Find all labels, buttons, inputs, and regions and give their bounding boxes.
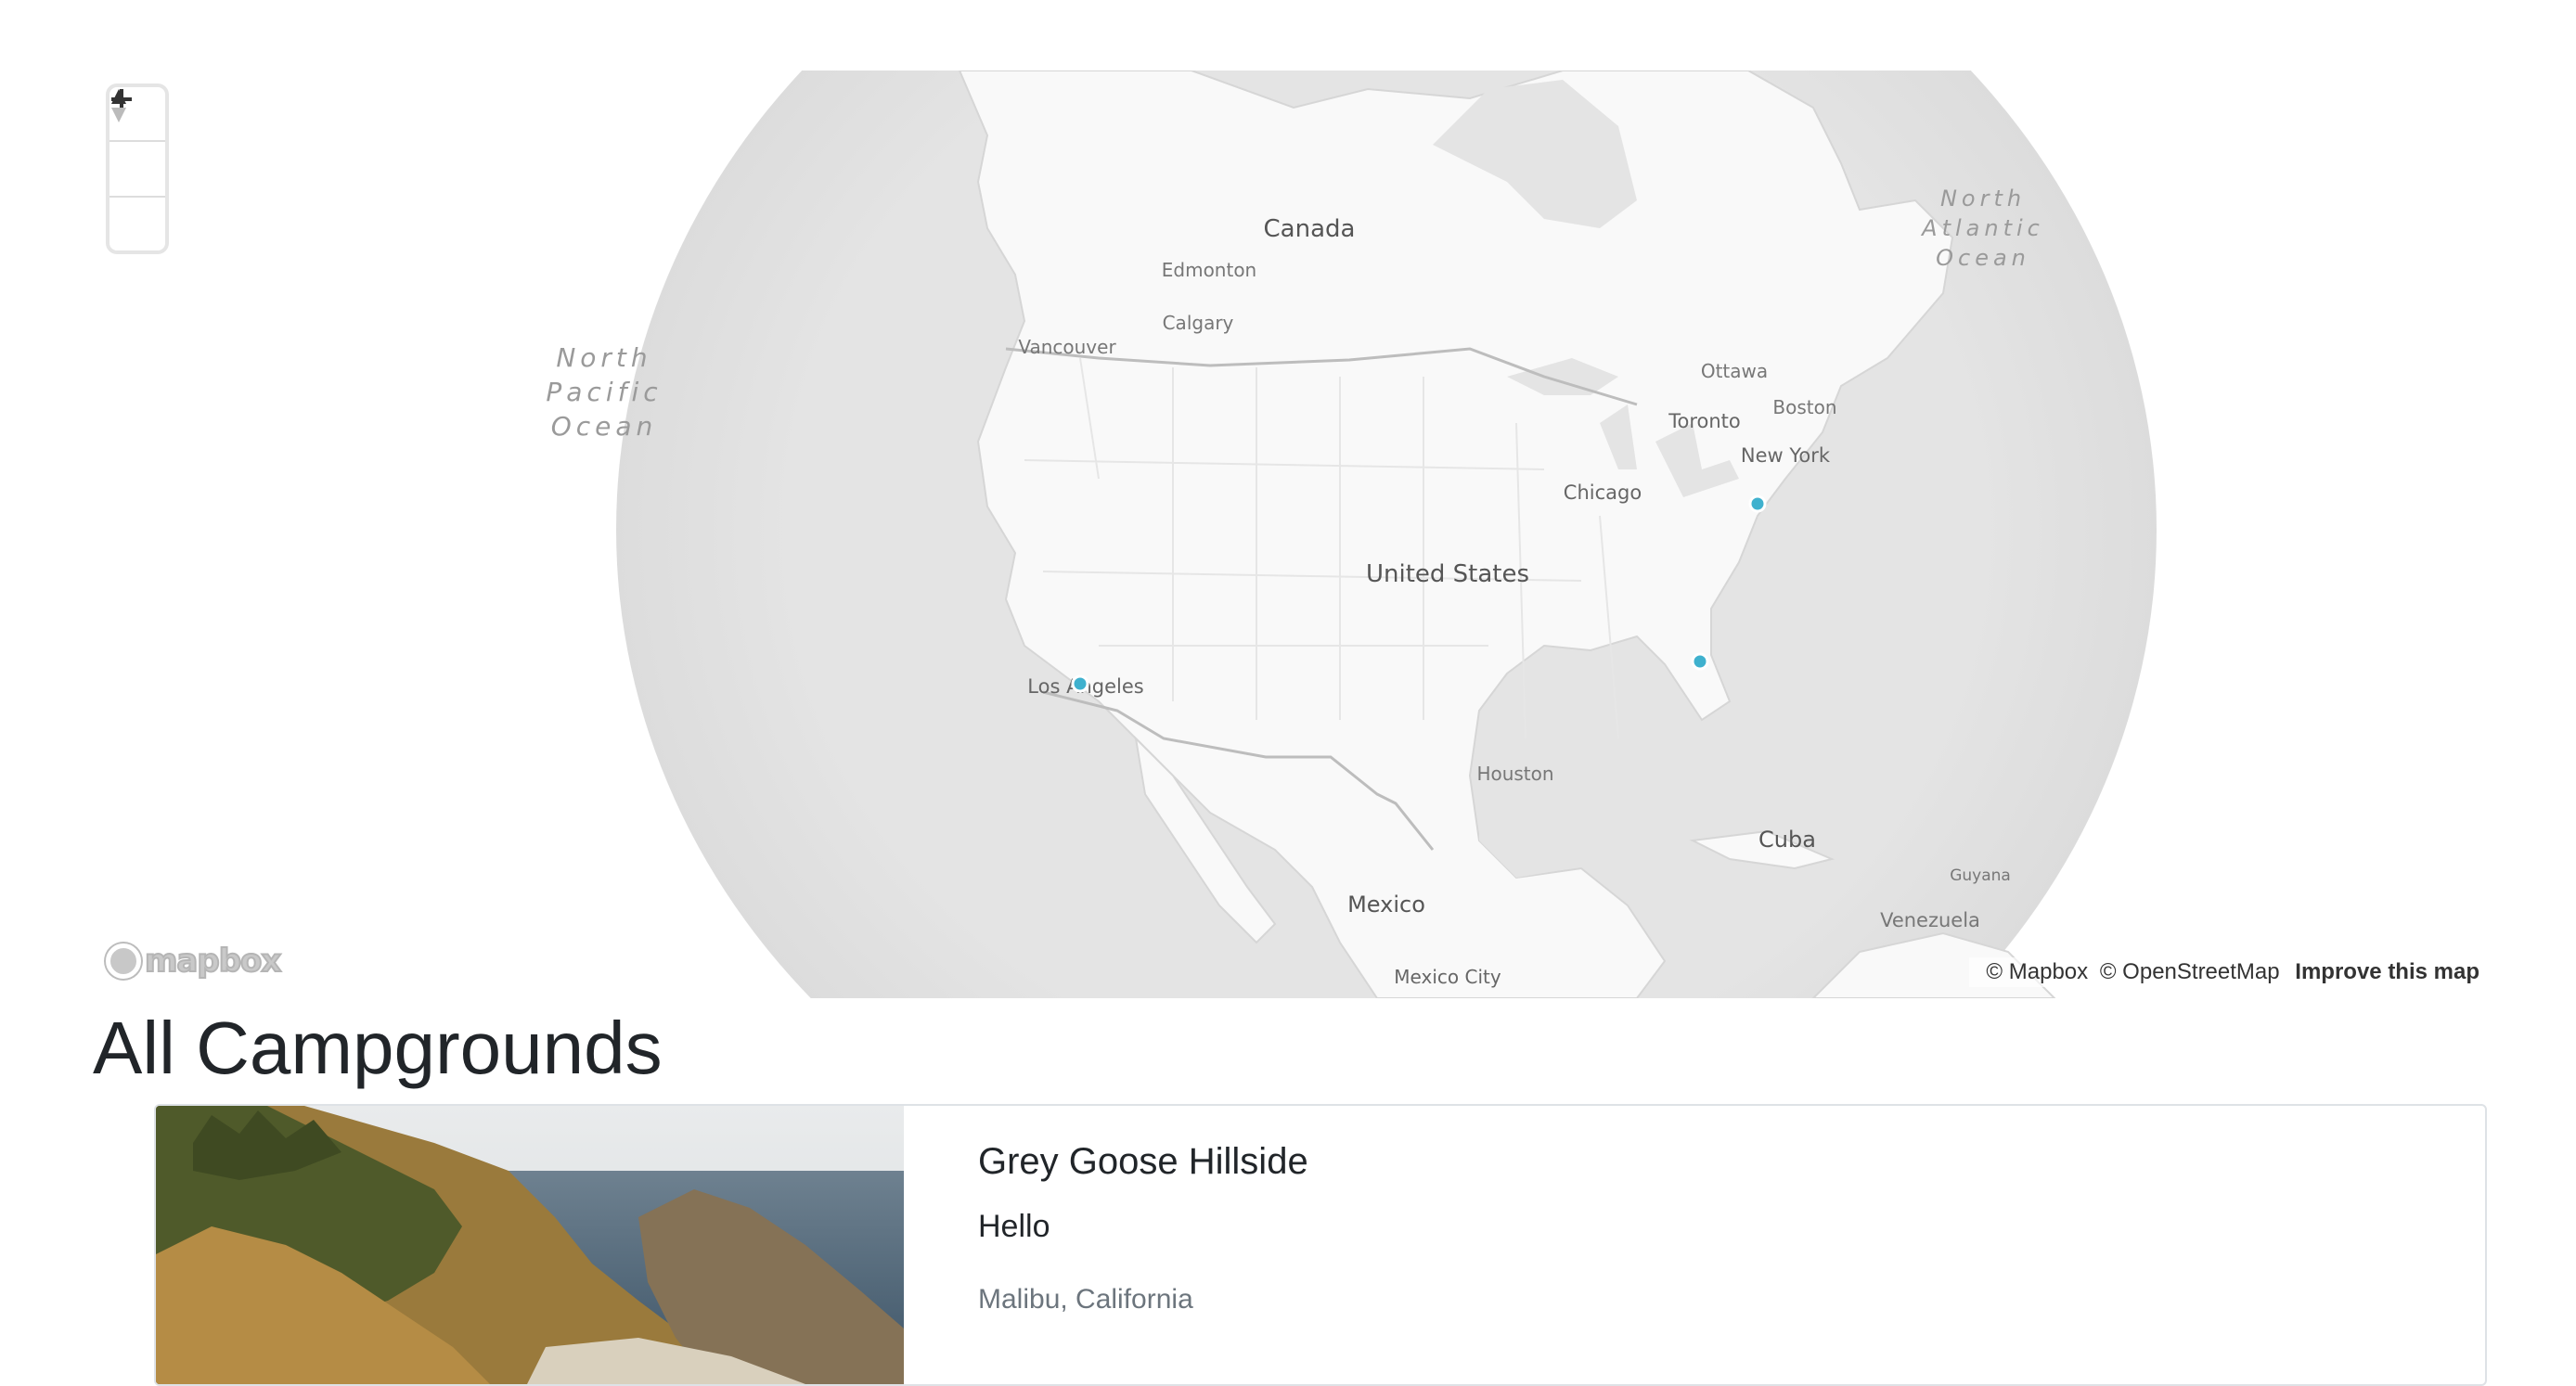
label-new-york: New York bbox=[1741, 444, 1831, 467]
label-vancouver: Vancouver bbox=[1018, 336, 1116, 358]
improve-map-link[interactable]: Improve this map bbox=[2295, 959, 2479, 984]
label-edmonton: Edmonton bbox=[1162, 259, 1256, 281]
label-cuba: Cuba bbox=[1758, 827, 1816, 853]
mapbox-logo-text: mapbox bbox=[144, 942, 282, 981]
attribution-osm-link[interactable]: © OpenStreetMap bbox=[2100, 959, 2280, 984]
map-canvas[interactable]: North Pacific Ocean North Atlantic Ocean… bbox=[97, 71, 2491, 998]
label-calgary: Calgary bbox=[1163, 312, 1234, 334]
label-united-states: United States bbox=[1366, 560, 1529, 588]
svg-text:Atlantic: Atlantic bbox=[1920, 215, 2044, 241]
label-guyana: Guyana bbox=[1950, 866, 2011, 885]
label-venezuela: Venezuela bbox=[1880, 909, 1980, 931]
campground-photo bbox=[156, 1106, 904, 1384]
map-navigation-control bbox=[109, 87, 165, 250]
campground-description: Hello bbox=[978, 1209, 1050, 1244]
label-mexico: Mexico bbox=[1347, 892, 1425, 918]
label-mexico-city: Mexico City bbox=[1394, 966, 1501, 988]
cluster-map[interactable]: North Pacific Ocean North Atlantic Ocean… bbox=[97, 71, 2491, 998]
compass-icon bbox=[111, 89, 126, 122]
mapbox-logo[interactable]: mapbox bbox=[106, 942, 282, 981]
svg-text:Ocean: Ocean bbox=[551, 411, 658, 442]
mapbox-logo-icon bbox=[106, 943, 141, 979]
svg-text:Pacific: Pacific bbox=[546, 377, 662, 407]
label-north-pacific: North Pacific Ocean bbox=[546, 342, 662, 442]
zoom-out-button[interactable] bbox=[109, 97, 165, 198]
campground-card-body: Grey Goose Hillside Hello Malibu, Califo… bbox=[904, 1106, 1383, 1384]
label-chicago: Chicago bbox=[1564, 481, 1642, 504]
map-attribution: © Mapbox © OpenStreetMap Improve this ma… bbox=[1969, 957, 2491, 987]
label-canada: Canada bbox=[1264, 215, 1356, 243]
label-boston: Boston bbox=[1772, 396, 1836, 418]
label-ottawa: Ottawa bbox=[1701, 360, 1768, 382]
campground-card: Grey Goose Hillside Hello Malibu, Califo… bbox=[154, 1104, 2487, 1386]
label-houston: Houston bbox=[1476, 763, 1553, 785]
map-marker-los-angeles[interactable] bbox=[1071, 674, 1089, 693]
svg-text:Ocean: Ocean bbox=[1936, 245, 2030, 271]
campground-image bbox=[156, 1106, 904, 1384]
campground-location: Malibu, California bbox=[978, 1284, 1193, 1315]
label-toronto: Toronto bbox=[1668, 410, 1741, 432]
map-marker-georgia[interactable] bbox=[1691, 652, 1709, 671]
svg-text:North: North bbox=[556, 342, 651, 373]
svg-text:North: North bbox=[1940, 186, 2026, 212]
page-title: All Campgrounds bbox=[93, 1007, 663, 1089]
reset-bearing-button[interactable] bbox=[109, 89, 165, 250]
campground-title: Grey Goose Hillside bbox=[978, 1141, 1308, 1182]
attribution-mapbox-link[interactable]: © Mapbox bbox=[1986, 959, 2088, 984]
map-marker-virginia[interactable] bbox=[1748, 494, 1767, 513]
